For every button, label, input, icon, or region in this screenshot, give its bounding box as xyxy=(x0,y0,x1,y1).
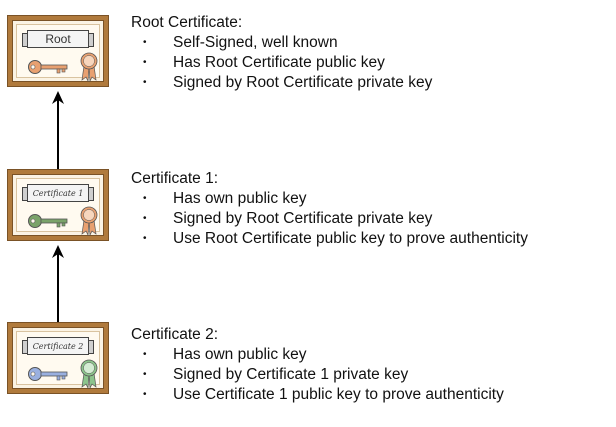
arrow-up-icon xyxy=(52,91,64,170)
list-item: Has Root Certificate public key xyxy=(131,53,432,73)
arrow-up-icon xyxy=(52,245,64,324)
root-certificate-title: Root Certificate: xyxy=(131,14,243,31)
key-icon xyxy=(28,367,68,381)
certificate-2-banner: Certificate 2 xyxy=(22,337,94,355)
root-certificate-points: Self-Signed, well known Has Root Certifi… xyxy=(131,33,432,93)
seal-icon xyxy=(80,206,98,236)
certificate-1-image: Certificate 1 xyxy=(8,170,108,240)
list-item: Signed by Root Certificate private key xyxy=(131,209,528,229)
certificate-2-info: Certificate 2: Has own public key Signed… xyxy=(131,326,504,405)
list-item: Use Certificate 1 public key to prove au… xyxy=(131,385,504,405)
seal-icon xyxy=(80,359,98,389)
certificate-1-points: Has own public key Signed by Root Certif… xyxy=(131,189,528,249)
certificate-2-points: Has own public key Signed by Certificate… xyxy=(131,345,504,405)
certificate-1-title: Certificate 1: xyxy=(131,170,219,187)
list-item: Has own public key xyxy=(131,345,504,365)
certificate-1-banner: Certificate 1 xyxy=(22,184,94,202)
list-item: Signed by Certificate 1 private key xyxy=(131,365,504,385)
list-item: Self-Signed, well known xyxy=(131,33,432,53)
seal-icon xyxy=(80,52,98,82)
root-certificate-info: Root Certificate: Self-Signed, well know… xyxy=(131,14,432,93)
list-item: Signed by Root Certificate private key xyxy=(131,73,432,93)
list-item: Use Root Certificate public key to prove… xyxy=(131,229,528,249)
key-icon xyxy=(28,60,68,74)
certificate-2-title: Certificate 2: xyxy=(131,326,219,343)
certificate-2-image: Certificate 2 xyxy=(8,323,108,393)
root-certificate-image: Root xyxy=(8,16,108,86)
certificate-1-info: Certificate 1: Has own public key Signed… xyxy=(131,170,528,249)
root-certificate-banner: Root xyxy=(22,30,94,48)
key-icon xyxy=(28,214,68,228)
list-item: Has own public key xyxy=(131,189,528,209)
